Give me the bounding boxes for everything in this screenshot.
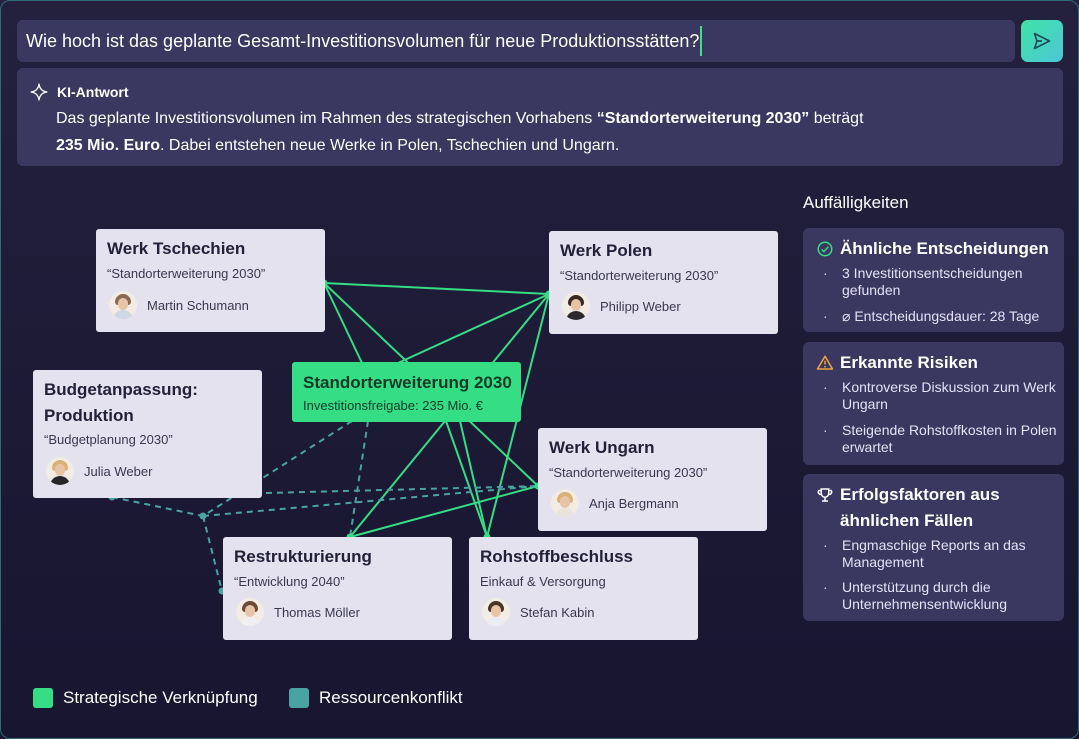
- node-title: Werk Ungarn: [549, 438, 655, 457]
- person-name: Thomas Möller: [274, 604, 360, 620]
- bullet-text: Kontroverse Diskussion zum Werk Ungarn: [842, 379, 1056, 412]
- node-subtitle: “Budgetplanung 2030”: [44, 432, 173, 447]
- edge-dot: [199, 512, 207, 520]
- node-person: Anja Bergmann: [551, 489, 679, 517]
- card-success-factors: Erfolgsfaktoren aus ähnlichen Fällen · En…: [803, 474, 1064, 621]
- bullet-text: ⌀ Entscheidungsdauer: 28 Tage: [842, 308, 1040, 324]
- card-title-line2: ähnlichen Fällen: [840, 511, 974, 530]
- node-person: Martin Schumann: [109, 291, 249, 319]
- avatar: [46, 457, 74, 485]
- card-bullet: · Steigende Rohstoffkosten in Polen erwar…: [823, 422, 1062, 456]
- node-subtitle: “Entwicklung 2040”: [234, 574, 345, 589]
- card-bullet: · ⌀ Entscheidungsdauer: 28 Tage: [823, 308, 1062, 325]
- card-header: Erfolgsfaktoren aus ähnlichen Fällen: [816, 482, 1000, 534]
- card-title: Erfolgsfaktoren aus ähnlichen Fällen: [840, 482, 1000, 534]
- node-person: Stefan Kabin: [482, 598, 594, 626]
- node-person: Philipp Weber: [562, 292, 681, 320]
- check-circle-icon: [817, 241, 833, 257]
- edge-center-rohstoff-2: [445, 420, 488, 538]
- warning-icon: [816, 355, 834, 370]
- legend-swatch-strategic: [33, 688, 53, 708]
- node-person: Thomas Möller: [236, 598, 360, 626]
- card-header: Erkannte Risiken: [816, 350, 978, 376]
- card-bullet: · Kontroverse Diskussion zum Werk Ungarn: [823, 379, 1062, 413]
- node-title: Restrukturierung: [234, 547, 372, 566]
- person-name: Philipp Weber: [600, 298, 681, 314]
- edge-center-rohstoff: [459, 420, 488, 538]
- edge-tschechien-polen: [323, 282, 550, 295]
- node-subtitle: “Standorterweiterung 2030”: [107, 266, 266, 281]
- node-title: Rohstoffbeschluss: [480, 547, 634, 566]
- node-person: Julia Weber: [46, 457, 152, 485]
- node-subtitle: “Standorterweiterung 2030”: [560, 268, 719, 283]
- avatar: [551, 489, 579, 517]
- node-werk-tschechien[interactable]: Werk Tschechien “Standorterweiterung 203…: [96, 229, 325, 332]
- person-name: Anja Bergmann: [589, 495, 679, 511]
- node-budgetanpassung[interactable]: Budgetanpassung: Produktion “Budgetplanu…: [33, 370, 262, 498]
- bullet-text: Unterstützung durch die Unternehmensentw…: [842, 579, 1007, 612]
- card-title-line1: Erfolgsfaktoren aus: [840, 485, 1000, 504]
- bullet-text: 3 Investitionsentscheidungen gefunden: [842, 265, 1023, 298]
- node-title: Budgetanpassung: Produktion: [44, 377, 198, 429]
- center-node-subtitle: Investitionsfreigabe: 235 Mio. €: [303, 398, 483, 413]
- edge-polen-center: [397, 293, 550, 364]
- node-title: Werk Polen: [560, 241, 653, 260]
- legend-conflict: Ressourcenkonflikt: [289, 688, 463, 708]
- node-werk-polen[interactable]: Werk Polen “Standorterweiterung 2030” Ph…: [549, 231, 778, 334]
- bullet-text: Engmaschige Reports an das Management: [842, 537, 1026, 570]
- edge-hub-restrukt: [202, 515, 223, 592]
- legend-swatch-conflict: [289, 688, 309, 708]
- avatar: [482, 598, 510, 626]
- edge-budget-hub: [111, 496, 204, 517]
- edge-tschechien-center: [323, 282, 363, 364]
- legend-strategic: Strategische Verknüpfung: [33, 688, 258, 708]
- node-title-line1: Budgetanpassung:: [44, 380, 198, 399]
- card-bullet: · Unterstützung durch die Unternehmensent…: [823, 579, 1062, 613]
- node-werk-ungarn[interactable]: Werk Ungarn “Standorterweiterung 2030” A…: [538, 428, 767, 531]
- card-similar-decisions: Ähnliche Entscheidungen · 3 Investitionse…: [803, 228, 1064, 332]
- bullet-text: Steigende Rohstoffkosten in Polen erwart…: [842, 422, 1057, 455]
- node-subtitle: “Standorterweiterung 2030”: [549, 465, 708, 480]
- person-name: Julia Weber: [84, 463, 153, 479]
- card-risks: Erkannte Risiken · Kontroverse Diskussion…: [803, 342, 1064, 465]
- node-rohstoffbeschluss[interactable]: Rohstoffbeschluss Einkauf & Versorgung S…: [469, 537, 698, 640]
- node-subtitle: Einkauf & Versorgung: [480, 574, 606, 589]
- person-name: Stefan Kabin: [520, 604, 595, 620]
- legend-label: Strategische Verknüpfung: [63, 688, 258, 707]
- legend-label: Ressourcenkonflikt: [319, 688, 463, 707]
- side-panel-title: Auffälligkeiten: [803, 193, 909, 212]
- card-title: Erkannte Risiken: [840, 353, 978, 372]
- center-node-title: Standorterweiterung 2030: [303, 373, 512, 392]
- avatar: [562, 292, 590, 320]
- node-title-line2: Produktion: [44, 406, 134, 425]
- card-bullet: · Engmaschige Reports an das Management: [823, 537, 1062, 571]
- avatar: [236, 598, 264, 626]
- person-name: Martin Schumann: [147, 297, 249, 313]
- node-restrukturierung[interactable]: Restrukturierung “Entwicklung 2040” Thom…: [223, 537, 452, 640]
- card-title: Ähnliche Entscheidungen: [840, 239, 1049, 258]
- node-standorterweiterung-2030[interactable]: Standorterweiterung 2030 Investitionsfre…: [292, 362, 521, 422]
- avatar: [109, 291, 137, 319]
- card-header: Ähnliche Entscheidungen: [816, 236, 1049, 262]
- trophy-icon: [817, 488, 833, 502]
- node-title: Werk Tschechien: [107, 239, 246, 258]
- card-bullet: · 3 Investitionsentscheidungen gefunden: [823, 265, 1062, 299]
